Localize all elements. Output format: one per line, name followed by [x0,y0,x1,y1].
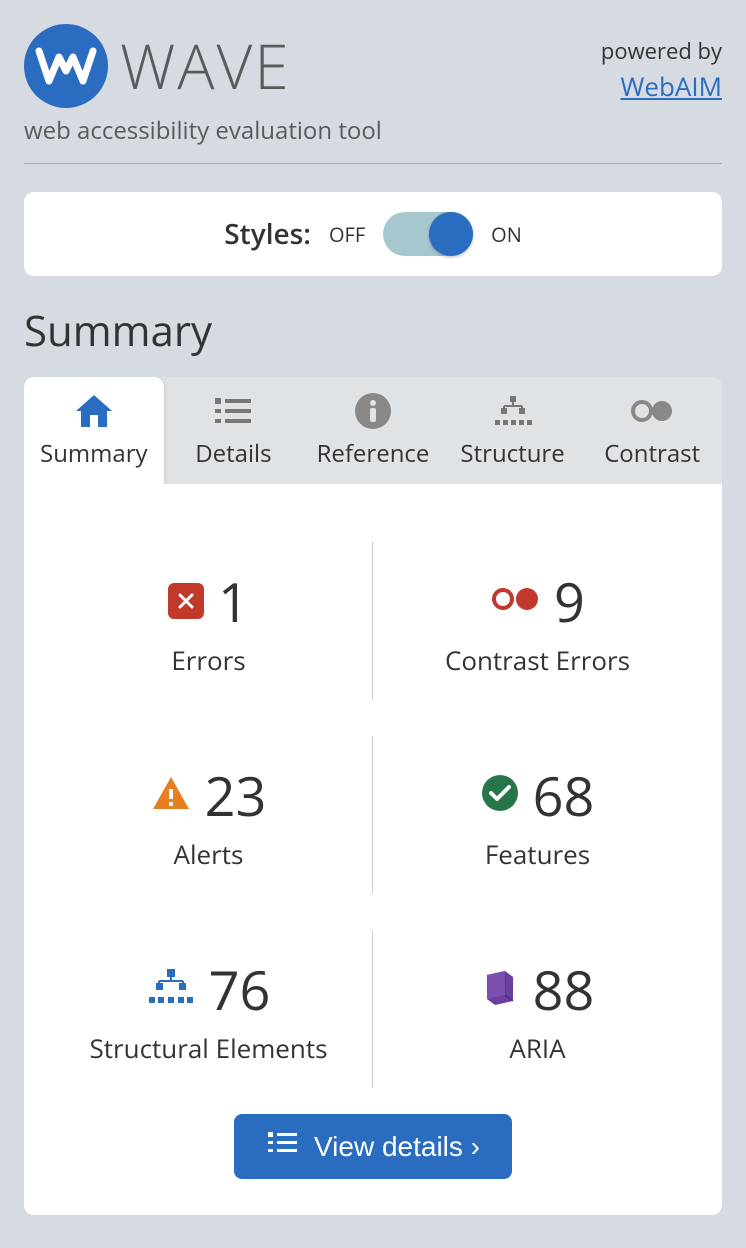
toggle-on-label: ON [491,221,522,248]
toggle-off-label: OFF [329,221,365,248]
aria-icon [481,967,519,1012]
error-icon [168,583,204,619]
tab-reference[interactable]: Reference [303,377,443,484]
list-icon [266,1130,298,1163]
hierarchy-icon [493,393,533,429]
tab-label: Structure [460,437,564,470]
card-structural[interactable]: 76 Structural Elements [44,912,373,1106]
section-title: Summary [24,302,722,359]
structural-label: Structural Elements [89,1030,327,1066]
styles-toggle[interactable] [383,212,473,256]
tab-label: Details [195,437,271,470]
tab-label: Reference [317,437,430,470]
logo-block: WAVE web accessibility evaluation tool [24,24,382,147]
toggle-knob [429,212,473,256]
tab-label: Summary [40,437,147,470]
tab-summary[interactable]: Summary [24,377,164,484]
feature-icon [481,774,519,817]
card-aria[interactable]: 88 ARIA [373,912,702,1106]
card-errors[interactable]: 1 Errors [44,524,373,718]
home-icon [74,393,114,429]
info-icon [355,393,391,429]
styles-label: Styles: [224,215,311,253]
tab-label: Contrast [604,437,700,470]
card-contrast-errors[interactable]: 9 Contrast Errors [373,524,702,718]
view-details-button[interactable]: View details › [234,1114,512,1179]
errors-count: 1 [218,564,249,638]
structural-icon [147,967,195,1012]
tab-structure[interactable]: Structure [443,377,583,484]
contrast-label: Contrast Errors [445,642,630,678]
powered-label: powered by [601,36,722,66]
card-alerts[interactable]: 23 Alerts [44,718,373,912]
alerts-count: 23 [205,758,267,832]
aria-label: ARIA [509,1030,565,1066]
app-title: WAVE [120,24,291,108]
alerts-label: Alerts [174,836,244,872]
card-features[interactable]: 68 Features [373,718,702,912]
button-label: View details › [314,1131,480,1163]
tab-contrast[interactable]: Contrast [582,377,722,484]
contrast-count: 9 [554,564,585,638]
features-count: 68 [533,758,595,832]
summary-content: 1 Errors 9 Contrast Errors 23 [24,484,722,1215]
aria-count: 88 [533,952,595,1026]
styles-panel: Styles: OFF ON [24,192,722,276]
alert-icon [151,775,191,816]
contrast-error-icon [490,586,540,617]
list-icon [213,393,253,429]
header: WAVE web accessibility evaluation tool p… [24,24,722,164]
tabs: Summary Details Reference Structure Cont… [24,377,722,484]
errors-label: Errors [171,642,245,678]
wave-logo-icon [24,24,108,108]
powered-by: powered by WebAIM [601,36,722,104]
contrast-icon [630,393,674,429]
structural-count: 76 [209,952,271,1026]
features-label: Features [485,836,590,872]
webaim-link[interactable]: WebAIM [601,68,722,104]
app-subtitle: web accessibility evaluation tool [24,114,382,147]
tab-details[interactable]: Details [164,377,304,484]
